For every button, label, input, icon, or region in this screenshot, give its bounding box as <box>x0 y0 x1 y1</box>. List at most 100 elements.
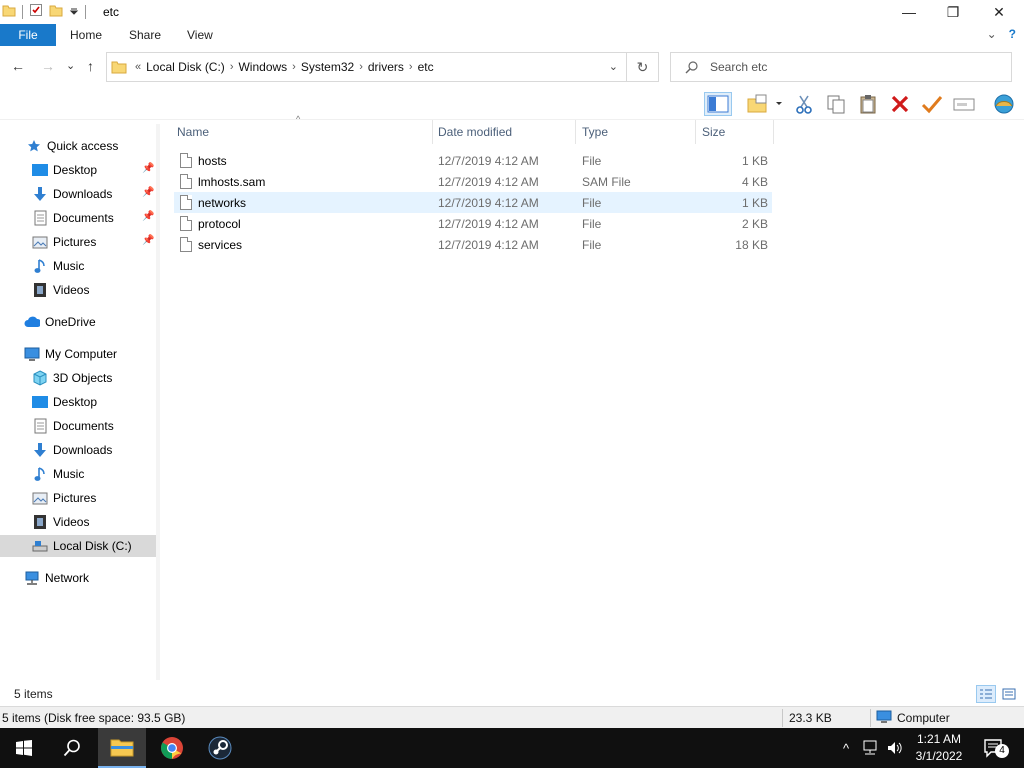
search-input[interactable] <box>710 60 990 74</box>
breadcrumb-system32[interactable]: System32 <box>301 60 354 74</box>
action-center-button[interactable]: 4 <box>980 728 1009 768</box>
new-folder-icon[interactable] <box>742 92 786 116</box>
sidebar-item-downloads-pc[interactable]: Downloads <box>0 439 156 461</box>
pin-icon[interactable]: 📌 <box>142 187 154 198</box>
start-button[interactable] <box>0 728 48 768</box>
sidebar-item-music-pc[interactable]: Music <box>0 463 156 485</box>
chevron-right-icon[interactable]: › <box>359 61 363 73</box>
web-icon[interactable] <box>990 92 1018 116</box>
file-row-hosts[interactable]: hosts 12/7/2019 4:12 AM File 1 KB <box>174 150 772 171</box>
address-dropdown-button[interactable]: ⌄ <box>609 60 618 73</box>
help-button[interactable]: ? <box>1009 27 1016 41</box>
sidebar-item-pictures-pc[interactable]: Pictures <box>0 487 156 509</box>
star-icon <box>26 138 42 154</box>
breadcrumb-drivers[interactable]: drivers <box>368 60 404 74</box>
sidebar-item-music[interactable]: Music <box>0 255 156 277</box>
taskbar: ^ 1:21 AM 3/1/2022 4 <box>0 728 1024 768</box>
copy-icon[interactable] <box>822 92 850 116</box>
column-header-type[interactable]: Type <box>575 120 695 144</box>
sidebar-item-videos[interactable]: Videos <box>0 279 156 301</box>
file-type: File <box>582 216 602 231</box>
taskbar-chrome[interactable] <box>148 728 196 768</box>
sidebar-item-3d-objects[interactable]: 3D Objects <box>0 367 156 389</box>
column-header-name[interactable]: Name <box>170 120 432 144</box>
check-icon[interactable] <box>918 92 946 116</box>
sidebar-item-onedrive[interactable]: OneDrive <box>0 311 156 333</box>
address-bar[interactable]: « Local Disk (C:) › Windows › System32 ›… <box>106 52 659 82</box>
tab-share[interactable]: Share <box>129 24 161 46</box>
clock-date: 3/1/2022 <box>915 749 963 763</box>
network-status-icon[interactable] <box>860 728 882 768</box>
sidebar-item-label: Desktop <box>53 395 98 409</box>
search-button[interactable] <box>48 728 96 768</box>
file-date-modified: 12/7/2019 4:12 AM <box>438 237 539 252</box>
recent-locations-button[interactable]: ⌄ <box>66 59 75 72</box>
pin-icon[interactable]: 📌 <box>142 211 154 222</box>
chevron-right-icon[interactable]: › <box>292 61 296 73</box>
chevron-right-icon[interactable]: › <box>230 61 234 73</box>
sidebar-item-documents[interactable]: Documents 📌 <box>0 207 156 229</box>
sidebar-item-desktop-pc[interactable]: Desktop <box>0 391 156 413</box>
sidebar-item-network[interactable]: Network <box>0 567 156 589</box>
chevron-right-icon[interactable]: › <box>409 61 413 73</box>
forward-button[interactable]: → <box>41 58 55 74</box>
file-row-protocol[interactable]: protocol 12/7/2019 4:12 AM File 2 KB <box>174 213 772 234</box>
minimize-button[interactable]: — <box>886 0 932 24</box>
taskbar-file-explorer[interactable] <box>98 728 146 768</box>
large-icons-view-button[interactable] <box>999 685 1019 703</box>
show-hidden-icons-button[interactable]: ^ <box>836 728 856 768</box>
search-box[interactable] <box>670 52 1012 82</box>
sidebar-item-pictures[interactable]: Pictures 📌 <box>0 231 156 253</box>
location-zone: Computer <box>897 711 950 725</box>
navigation-pane-scrollbar[interactable] <box>156 124 160 680</box>
windows-logo-icon <box>16 740 32 756</box>
taskbar-steam[interactable] <box>196 728 244 768</box>
volume-icon[interactable] <box>884 728 906 768</box>
file-row-services[interactable]: services 12/7/2019 4:12 AM File 18 KB <box>174 234 772 255</box>
rename-icon[interactable] <box>950 92 978 116</box>
back-button[interactable]: ← <box>11 58 25 74</box>
pin-icon[interactable]: 📌 <box>142 163 154 174</box>
address-overflow[interactable]: « <box>135 61 141 73</box>
tab-home[interactable]: Home <box>70 24 102 46</box>
close-button[interactable]: ✕ <box>976 0 1022 24</box>
pin-icon[interactable]: 📌 <box>142 235 154 246</box>
file-name: services <box>198 237 243 252</box>
divider <box>22 4 23 19</box>
column-header-size[interactable]: Size <box>695 120 773 144</box>
new-folder-icon[interactable] <box>49 3 63 20</box>
file-row-networks[interactable]: networks 12/7/2019 4:12 AM File 1 KB <box>174 192 772 213</box>
divider <box>85 4 86 19</box>
preview-pane-icon[interactable] <box>704 92 732 116</box>
refresh-button[interactable]: ↻ <box>626 53 658 81</box>
breadcrumb-local-disk[interactable]: Local Disk (C:) <box>146 60 225 74</box>
restore-button[interactable]: ❐ <box>930 0 976 24</box>
up-button[interactable]: ↑ <box>87 58 94 74</box>
sidebar-item-label: OneDrive <box>45 315 96 329</box>
sidebar-item-documents-pc[interactable]: Documents <box>0 415 156 437</box>
breadcrumb-etc[interactable]: etc <box>418 60 434 74</box>
cut-icon[interactable] <box>790 92 818 116</box>
expand-ribbon-button[interactable]: ⌄ <box>987 27 997 41</box>
tab-view[interactable]: View <box>187 24 213 46</box>
documents-icon <box>32 418 48 434</box>
system-clock[interactable]: 1:21 AM 3/1/2022 <box>908 731 970 765</box>
folder-icon[interactable] <box>2 3 16 20</box>
details-view-button[interactable] <box>976 685 996 703</box>
sidebar-item-downloads[interactable]: Downloads 📌 <box>0 183 156 205</box>
customize-dropdown-icon[interactable] <box>69 5 79 19</box>
sidebar-item-local-disk[interactable]: Local Disk (C:) <box>0 535 156 557</box>
column-divider[interactable] <box>773 120 774 144</box>
sidebar-item-quick-access[interactable]: Quick access <box>0 135 156 157</box>
sidebar-item-label: Downloads <box>53 443 113 457</box>
sidebar-item-desktop[interactable]: Desktop 📌 <box>0 159 156 181</box>
properties-icon[interactable] <box>29 3 43 20</box>
sidebar-item-my-computer[interactable]: My Computer <box>0 343 156 365</box>
paste-icon[interactable] <box>854 92 882 116</box>
file-row-lmhosts-sam[interactable]: lmhosts.sam 12/7/2019 4:12 AM SAM File 4… <box>174 171 772 192</box>
sidebar-item-videos-pc[interactable]: Videos <box>0 511 156 533</box>
breadcrumb-windows[interactable]: Windows <box>238 60 287 74</box>
column-header-date-modified[interactable]: Date modified <box>431 120 575 144</box>
delete-icon[interactable] <box>886 92 914 116</box>
tab-file[interactable]: File <box>0 24 56 46</box>
